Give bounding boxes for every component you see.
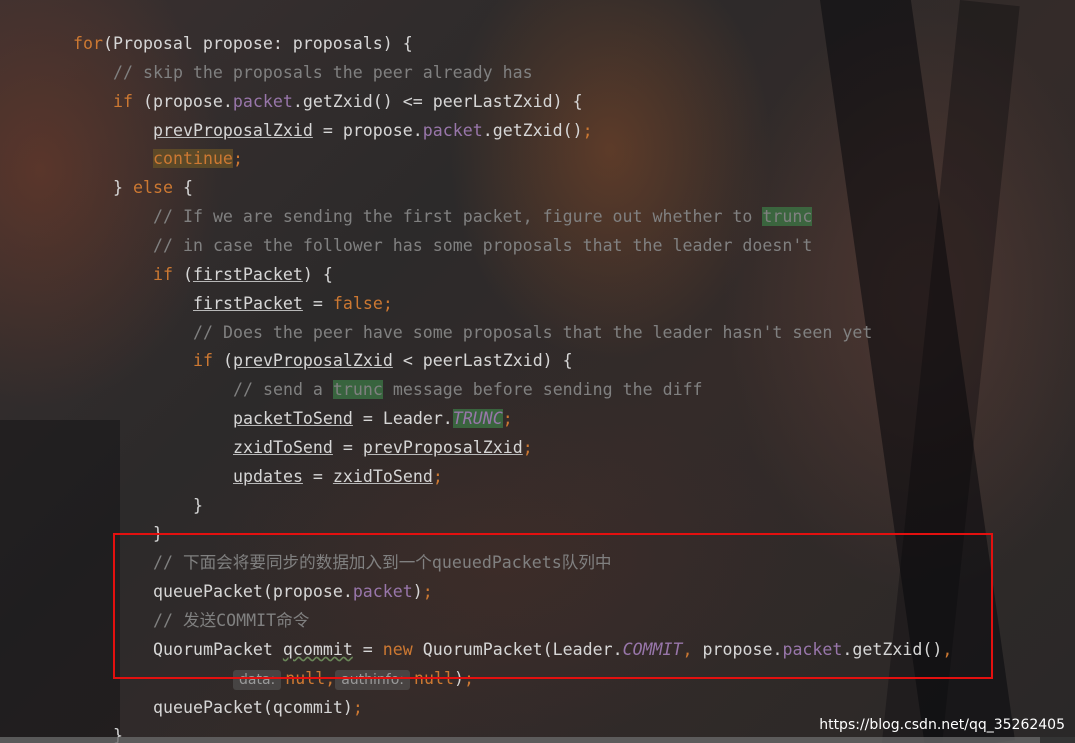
code-token: else — [132, 178, 173, 198]
code-token: TRUNC — [452, 409, 503, 429]
code-line[interactable]: packetToSend = Leader.TRUNC; — [233, 408, 513, 430]
code-token: queuePacket(qcommit) — [153, 697, 353, 717]
code-token: = Leader. — [352, 409, 453, 429]
code-token: packet — [232, 91, 293, 111]
code-token: // in case the follower has some proposa… — [153, 235, 813, 255]
code-token: ( — [212, 351, 233, 371]
code-token: firstPacket — [193, 293, 303, 313]
code-token: = — [302, 466, 333, 486]
code-token: // Does the peer have some proposals tha… — [193, 322, 873, 342]
code-token: packetToSend — [233, 409, 353, 429]
code-token: packet — [422, 120, 483, 140]
code-token: = propose. — [312, 120, 423, 140]
code-line[interactable]: // If we are sending the first packet, f… — [153, 206, 813, 228]
code-token: // If we are sending the first packet, f… — [153, 207, 763, 227]
code-token: = — [302, 293, 333, 313]
highlight-box — [113, 533, 993, 679]
code-line[interactable]: zxidToSend = prevProposalZxid; — [233, 437, 533, 459]
code-token: ; — [232, 149, 243, 169]
code-token: continue — [153, 149, 233, 169]
code-line[interactable]: prevProposalZxid = propose.packet.getZxi… — [153, 120, 593, 142]
code-token: } — [113, 178, 133, 198]
code-line[interactable]: for(Proposal propose: proposals) { — [73, 33, 413, 55]
code-token: zxidToSend — [332, 466, 433, 486]
code-token: .getZxid() — [482, 120, 583, 140]
code-token: zxidToSend — [233, 437, 333, 457]
code-token: ; — [502, 409, 513, 429]
code-token: message before sending the diff — [382, 380, 703, 400]
code-line[interactable]: firstPacket = false; — [193, 293, 393, 315]
code-line[interactable]: continue; — [153, 148, 243, 170]
code-token: if — [193, 351, 213, 371]
scrollbar-thumb[interactable] — [0, 737, 1040, 743]
code-token: // send a — [233, 380, 333, 400]
code-token: (Proposal propose: proposals) { — [102, 34, 413, 53]
code-token: ; — [522, 437, 533, 457]
code-token: if — [113, 91, 133, 111]
code-line[interactable]: queuePacket(qcommit); — [153, 697, 363, 719]
code-token: ; — [432, 466, 443, 486]
code-line[interactable]: // Does the peer have some proposals tha… — [193, 322, 872, 344]
code-token: updates — [233, 466, 303, 486]
code-line[interactable]: } — [193, 495, 203, 517]
code-token: { — [172, 178, 193, 198]
code-token: = — [332, 437, 363, 457]
code-token: if — [153, 264, 173, 284]
code-token: ; — [582, 120, 593, 140]
code-token: < peerLastZxid) { — [392, 351, 573, 371]
code-line[interactable]: if (prevProposalZxid < peerLastZxid) { — [193, 350, 573, 372]
watermark: https://blog.csdn.net/qq_35262405 — [819, 717, 1065, 733]
code-token: trunc — [762, 207, 813, 227]
code-token: } — [193, 495, 203, 515]
code-token: false; — [332, 293, 393, 313]
code-line[interactable]: if (firstPacket) { — [153, 264, 333, 286]
code-token: trunc — [332, 380, 383, 400]
code-line[interactable]: // skip the proposals the peer already h… — [113, 62, 533, 84]
code-token: ( — [172, 264, 193, 284]
code-token: .getZxid() <= peerLastZxid) { — [292, 91, 583, 111]
code-token: (propose. — [132, 91, 233, 111]
code-token: ; — [352, 697, 363, 717]
code-token: ) { — [302, 264, 333, 284]
horizontal-scrollbar[interactable] — [0, 737, 1075, 743]
code-line[interactable]: } else { — [113, 177, 193, 199]
code-token: prevProposalZxid — [232, 351, 393, 371]
code-token: // skip the proposals the peer already h… — [113, 62, 533, 82]
code-line[interactable]: updates = zxidToSend; — [233, 466, 443, 488]
code-line[interactable]: // send a trunc message before sending t… — [233, 379, 703, 401]
code-line[interactable]: // in case the follower has some proposa… — [153, 235, 812, 257]
background-art — [0, 420, 120, 743]
code-token: prevProposalZxid — [153, 120, 313, 140]
code-editor[interactable]: for(Proposal propose: proposals) { // ski… — [0, 0, 1075, 743]
code-token: for — [73, 34, 103, 53]
code-line[interactable]: if (propose.packet.getZxid() <= peerLast… — [113, 91, 583, 113]
code-token: firstPacket — [192, 264, 303, 284]
code-token: prevProposalZxid — [362, 437, 523, 457]
